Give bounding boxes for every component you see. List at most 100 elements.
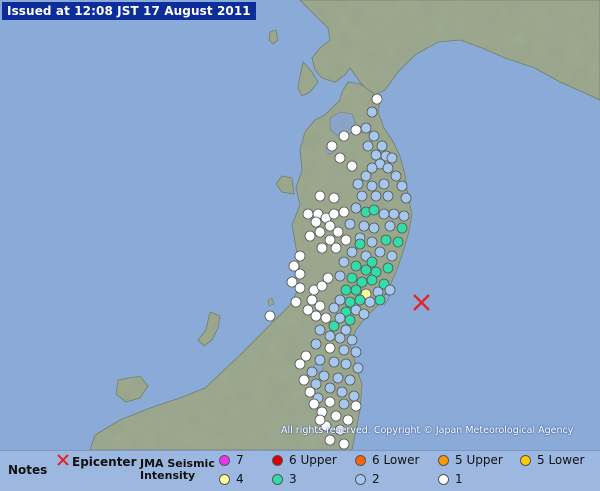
station-marker [332, 226, 344, 238]
station-marker [378, 178, 390, 190]
issued-timestamp: Issued at 12:08 JST 17 August 2011 [2, 2, 256, 20]
station-marker [354, 238, 366, 250]
intensity-6lower-label: 6 Lower [372, 453, 420, 467]
station-marker [328, 302, 340, 314]
station-marker [324, 396, 336, 408]
station-marker [302, 208, 314, 220]
station-marker [308, 398, 320, 410]
map-area: Issued at 12:08 JST 17 August 2011 All r… [0, 0, 600, 450]
legend-notes-label: Notes [8, 463, 48, 477]
station-marker [314, 226, 326, 238]
station-marker [350, 400, 362, 412]
station-marker [398, 210, 410, 222]
station-marker [350, 260, 362, 272]
station-marker [298, 374, 310, 386]
station-marker [356, 190, 368, 202]
intensity-1-label: 1 [455, 472, 463, 486]
intensity-2-label: 2 [372, 472, 380, 486]
station-marker [382, 162, 394, 174]
station-marker [388, 208, 400, 220]
station-marker [332, 372, 344, 384]
station-marker [334, 270, 346, 282]
station-marker [316, 242, 328, 254]
station-marker [352, 178, 364, 190]
epicenter-legend-icon [57, 454, 69, 466]
station-marker [314, 414, 326, 426]
intensity-2-swatch [355, 474, 366, 485]
intensity-6upper-label: 6 Upper [289, 453, 337, 467]
station-marker [340, 284, 352, 296]
station-marker [330, 410, 342, 422]
legend-epicenter-label: Epicenter [72, 455, 137, 469]
station-marker [380, 234, 392, 246]
station-marker [374, 246, 386, 258]
station-marker [371, 93, 383, 105]
station-marker [368, 222, 380, 234]
station-marker [310, 338, 322, 350]
station-marker [396, 222, 408, 234]
station-marker [342, 414, 354, 426]
station-marker [344, 218, 356, 230]
station-marker [294, 268, 306, 280]
station-marker [350, 202, 362, 214]
station-marker [386, 250, 398, 262]
station-marker [358, 220, 370, 232]
station-marker [366, 180, 378, 192]
station-marker [314, 190, 326, 202]
station-marker [330, 242, 342, 254]
station-marker [346, 246, 358, 258]
intensity-5lower-label: 5 Lower [537, 453, 585, 467]
station-marker [294, 250, 306, 262]
station-marker [264, 310, 276, 322]
station-marker [304, 230, 316, 242]
station-marker [378, 208, 390, 220]
station-marker [382, 190, 394, 202]
station-marker [328, 320, 340, 332]
intensity-3-label: 3 [289, 472, 297, 486]
intensity-5upper-swatch [438, 455, 449, 466]
station-marker [338, 206, 350, 218]
intensity-3-swatch [272, 474, 283, 485]
station-marker [368, 130, 380, 142]
station-marker [334, 332, 346, 344]
station-marker [370, 149, 382, 161]
station-marker [338, 256, 350, 268]
station-marker [314, 354, 326, 366]
station-marker [310, 216, 322, 228]
station-marker [290, 296, 302, 308]
intensity-7-swatch [219, 455, 230, 466]
seismic-map [0, 0, 600, 450]
station-marker [328, 192, 340, 204]
station-marker [396, 180, 408, 192]
station-marker [324, 330, 336, 342]
station-marker [400, 192, 412, 204]
station-marker [360, 122, 372, 134]
station-marker [386, 152, 398, 164]
station-marker [328, 356, 340, 368]
station-marker [366, 236, 378, 248]
intensity-5lower-swatch [520, 455, 531, 466]
station-marker [344, 314, 356, 326]
station-marker [338, 344, 350, 356]
copyright-notice: All rights reserved. Copyright © Japan M… [281, 425, 574, 436]
station-marker [366, 274, 378, 286]
station-marker [376, 140, 388, 152]
station-marker [324, 382, 336, 394]
station-marker [294, 358, 306, 370]
station-marker [350, 124, 362, 136]
station-marker [358, 308, 370, 320]
station-marker [340, 234, 352, 246]
station-marker [340, 358, 352, 370]
station-marker [382, 262, 394, 274]
intensity-6lower-swatch [355, 455, 366, 466]
station-marker [348, 390, 360, 402]
station-marker [368, 204, 380, 216]
station-marker [362, 140, 374, 152]
station-marker [350, 346, 362, 358]
station-marker [310, 310, 322, 322]
intensity-4-swatch [219, 474, 230, 485]
station-marker [346, 160, 358, 172]
station-marker [304, 386, 316, 398]
station-marker [324, 434, 336, 446]
station-marker [366, 106, 378, 118]
